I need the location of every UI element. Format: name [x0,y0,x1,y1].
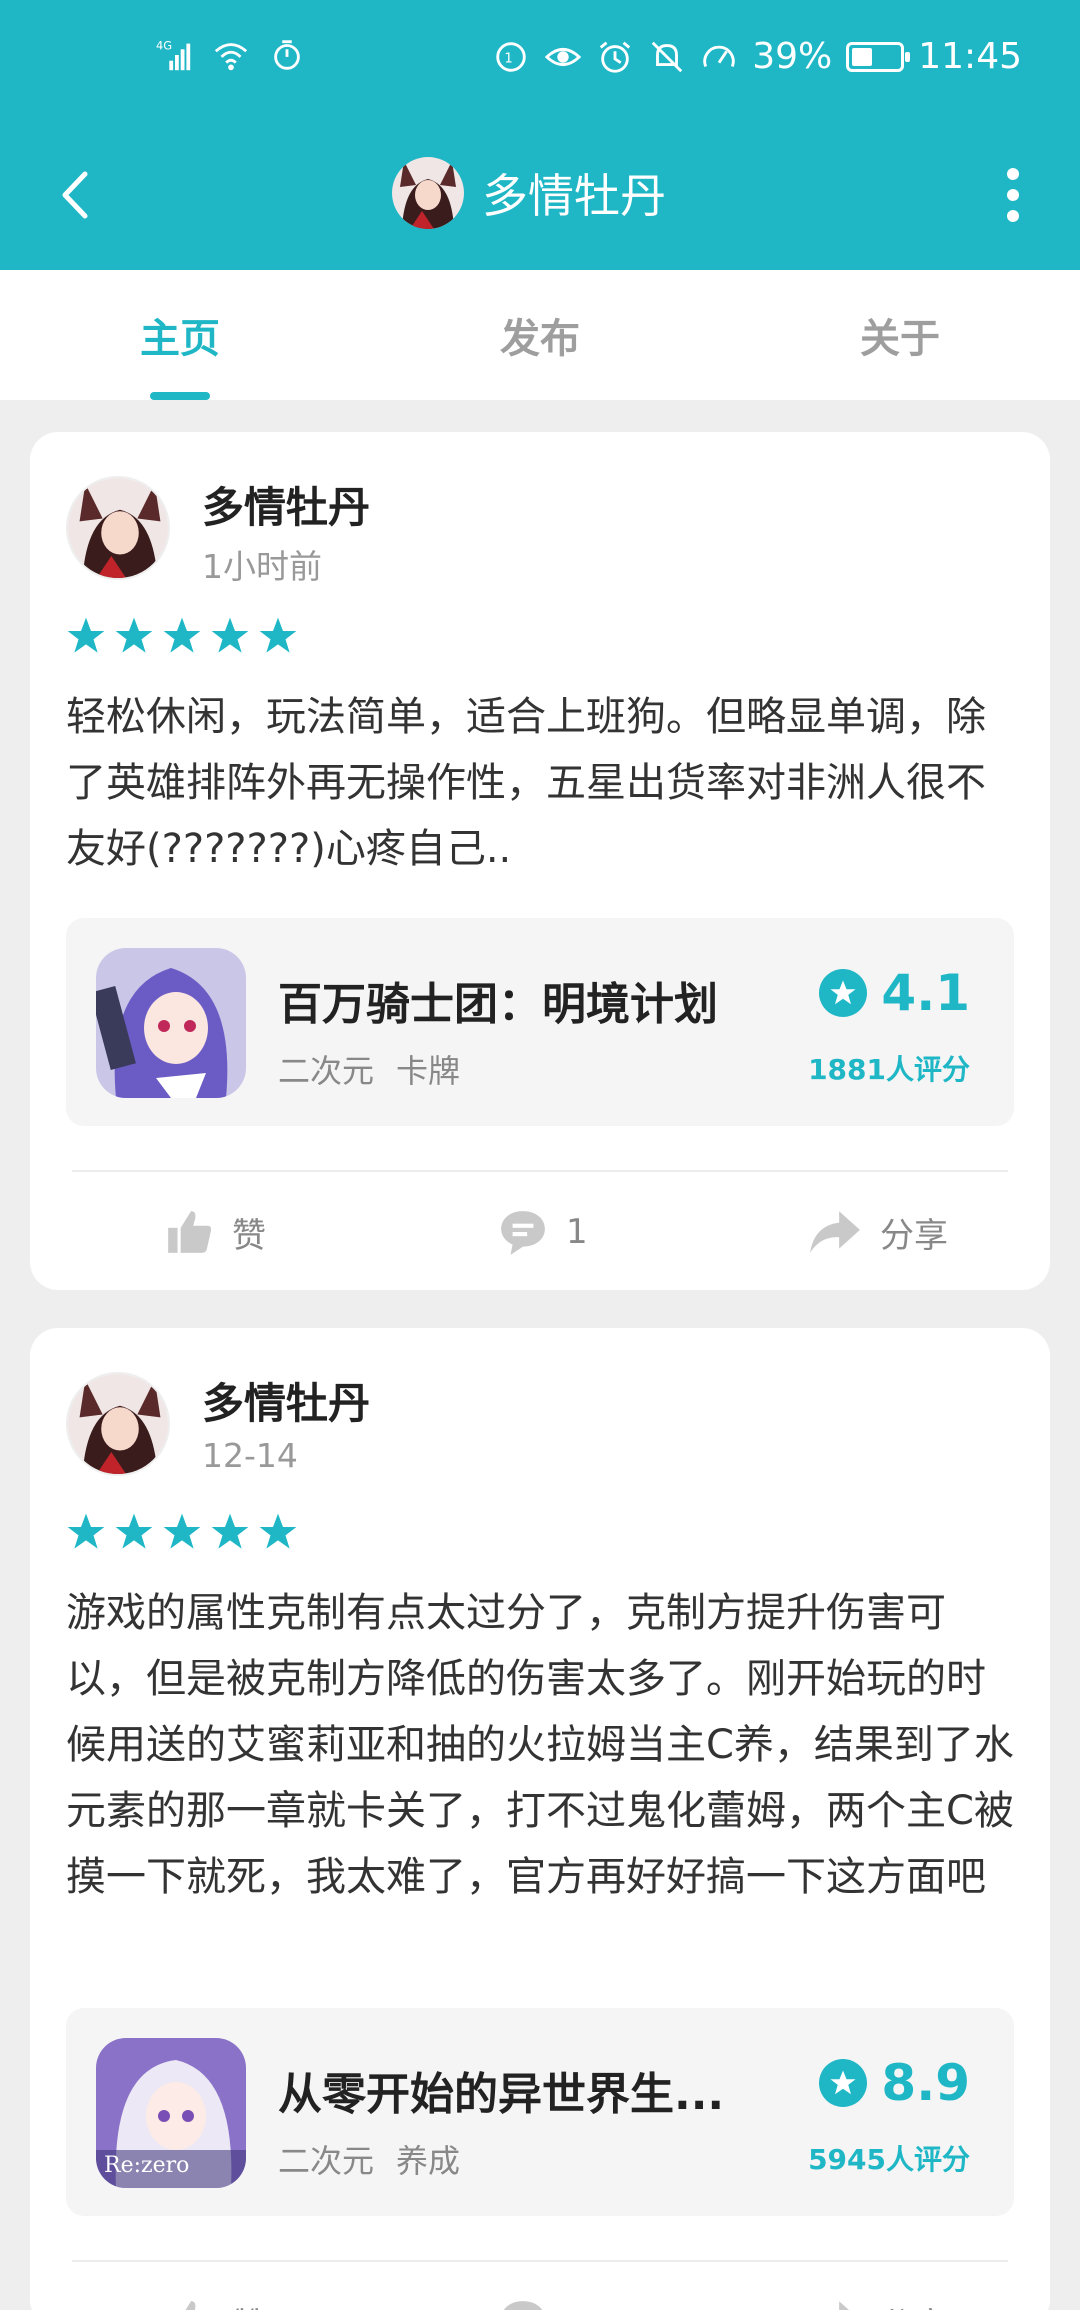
star-rating [66,1512,298,1552]
post-time: 1小时前 [202,547,322,586]
username[interactable]: 多情牡丹 [202,1370,370,1431]
rating-score: 4.1 [881,964,970,1022]
review-text[interactable]: 轻松休闲，玩法简单，适合上班狗。但略显单调，除了英雄排阵外再无操作性，五星出货率… [66,684,1016,882]
star-icon [259,617,297,653]
svg-text:4G: 4G [156,38,172,52]
post-actions: 赞 1 分享 [30,1172,1050,1292]
share-label: 分享 [880,2298,948,2310]
avatar[interactable] [66,1372,170,1476]
data-saver-icon: 1 [496,41,526,72]
share-icon [839,2301,849,2310]
more-button[interactable] [978,160,1048,230]
star-icon [211,1513,249,1549]
more-vertical-icon-dot [1007,210,1019,222]
back-button[interactable] [40,160,110,230]
star-badge-icon [819,969,868,1017]
game-icon: Re:zero [96,2038,246,2188]
game-tag: 二次元 [278,2142,375,2180]
game-rating: 4.1 [819,964,970,1022]
rating-count: 1881人评分 [808,1053,970,1086]
status-left: 4G [156,36,306,74]
tab-bar: 主页 发布 关于 [0,270,1080,400]
signal-icon: 4G [156,38,191,71]
rating-count: 5945人评分 [808,2143,970,2176]
comment-button[interactable] [498,2262,566,2310]
mute-bell-icon [651,41,683,72]
star-icon [163,617,201,653]
battery-icon [846,41,911,72]
game-tag: 卡牌 [396,1052,461,1090]
chevron-left-icon [62,171,88,219]
tab-about[interactable]: 关于 [720,270,1080,400]
post-actions: 赞 分享 [30,2262,1050,2310]
toolbar: 多情牡丹 [0,120,1080,270]
like-label: 赞 [232,2298,266,2310]
game-icon [96,948,246,1098]
more-vertical-icon [1007,168,1019,180]
rating-score: 8.9 [881,2054,970,2112]
star-rating [66,616,298,656]
like-label: 赞 [232,1215,266,1256]
share-label: 分享 [880,1215,948,1256]
game-card[interactable]: Re:zero 从零开始的异世界生... 二次元 养成 8.9 5945人评分 [66,2008,1014,2216]
game-tags: 二次元 养成 [278,2136,460,2182]
speed-icon [703,45,735,67]
star-icon [115,1513,153,1549]
thumbs-up-icon [185,2301,196,2310]
share-button[interactable]: 分享 [808,1172,948,1292]
star-badge-icon [819,2059,868,2107]
avatar[interactable] [66,476,170,580]
game-name: 从零开始的异世界生... [278,2069,725,2120]
eye-icon [545,47,582,66]
post-time: 12-14 [202,1436,298,1475]
avatar [392,157,464,229]
tab-indicator [150,392,210,400]
battery-level [852,47,873,66]
star-icon [115,617,153,653]
comment-count: 1 [566,1212,588,1252]
star-icon [67,617,105,653]
status-bar: 4G 1 39% 11:45 [0,0,1080,120]
page-title: 多情牡丹 [482,169,666,223]
review-text[interactable]: 游戏的属性克制有点太过分了，克制方提升伤害可以，但是被克制方降低的伤害太多了。刚… [66,1580,1016,1910]
game-tags: 二次元 卡牌 [278,1046,460,1092]
game-rating: 8.9 [819,2054,970,2112]
star-icon [259,1513,297,1549]
game-tag: 养成 [396,2142,461,2180]
thumbs-up-icon [168,1211,212,1253]
comment-icon [503,2301,543,2310]
share-button[interactable]: 分享 [808,2262,948,2310]
svg-text:1: 1 [505,51,513,66]
review-card[interactable]: 多情牡丹 12-14 游戏的属性克制有点太过分了，克制方提升伤害可以，但是被克制… [30,1328,1050,2310]
wifi-icon [214,43,248,71]
svg-text:Re:zero: Re:zero [104,2153,189,2178]
game-card[interactable]: 百万骑士团：明境计划 二次元 卡牌 4.1 1881人评分 [66,918,1014,1126]
star-icon [163,1513,201,1549]
username[interactable]: 多情牡丹 [202,474,370,535]
status-right: 1 39% 11:45 [492,36,1022,77]
tab-home[interactable]: 主页 [0,270,360,400]
more-vertical-icon-dot [1007,189,1019,201]
star-icon [211,617,249,653]
tab-posts[interactable]: 发布 [360,270,720,400]
share-icon [810,1211,860,1253]
star-icon [67,1513,105,1549]
like-button[interactable]: 赞 [164,2262,266,2310]
app-header: 4G 1 39% 11:45 多情牡丹 [0,0,1080,270]
comment-icon [501,1211,545,1255]
battery-percent: 39% [752,36,833,77]
game-tag: 二次元 [278,1052,375,1090]
alarm-icon [600,41,631,73]
timer-icon [274,40,300,70]
game-name: 百万骑士团：明境计划 [278,979,718,1030]
clock: 11:45 [918,36,1022,77]
like-button[interactable]: 赞 [164,1172,266,1292]
comment-button[interactable]: 1 [498,1172,588,1292]
profile-title: 多情牡丹 [392,148,666,238]
review-card[interactable]: 多情牡丹 1小时前 轻松休闲，玩法简单，适合上班狗。但略显单调，除了英雄排阵外再… [30,432,1050,1290]
